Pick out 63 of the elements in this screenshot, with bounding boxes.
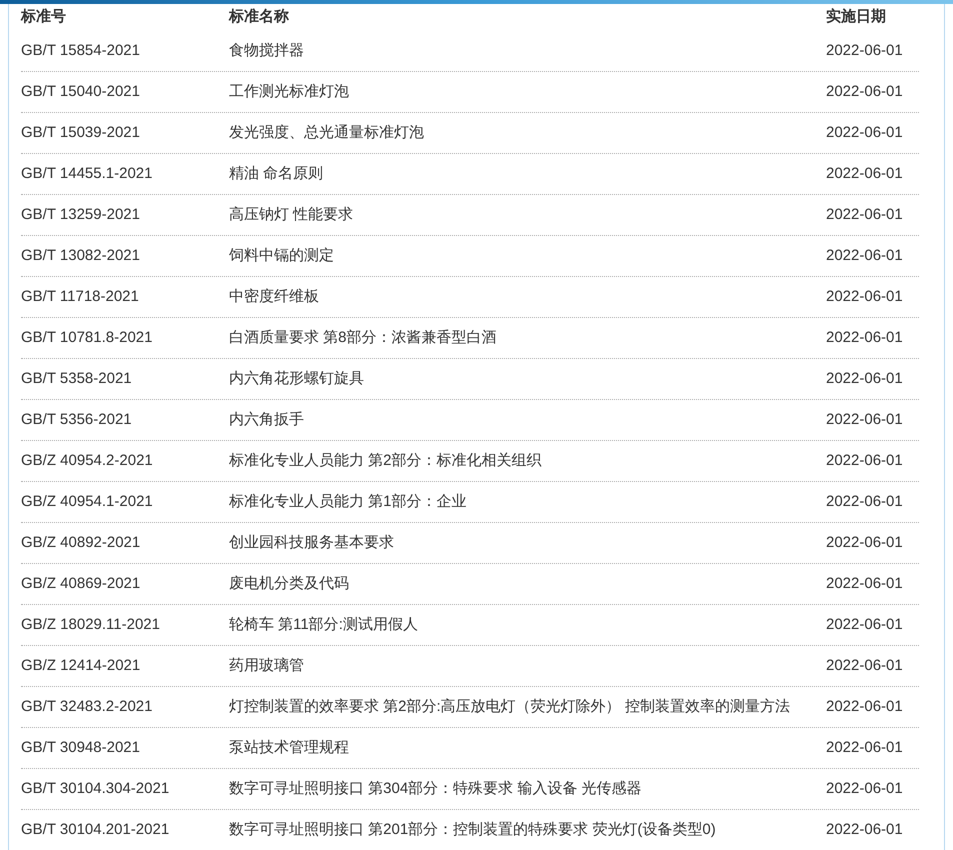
table-cell: GB/T 32483.2-2021 xyxy=(21,698,152,715)
table-cell: GB/T 14455.1-2021 xyxy=(21,165,152,182)
table-cell: GB/Z 40954.1-2021 xyxy=(21,493,153,510)
table-cell: 2022-06-01 xyxy=(826,698,903,715)
table-cell: 废电机分类及代码 xyxy=(229,575,349,592)
table-cell: 数字可寻址照明接口 第201部分：控制装置的特殊要求 荧光灯(设备类型0) xyxy=(229,821,716,838)
table-cell: 2022-06-01 xyxy=(826,616,903,633)
table-cell: GB/T 5356-2021 xyxy=(21,411,132,428)
table-cell: GB/T 10781.8-2021 xyxy=(21,329,152,346)
table-cell: GB/T 15040-2021 xyxy=(21,83,140,100)
table-cell: 2022-06-01 xyxy=(826,42,903,59)
table-cell: GB/T 30104.201-2021 xyxy=(21,821,170,838)
table-cell: 2022-06-01 xyxy=(826,288,903,305)
table-cell: 高压钠灯 性能要求 xyxy=(229,206,354,223)
table-cell: 内六角花形螺钉旋具 xyxy=(229,370,364,387)
table-cell: GB/T 5358-2021 xyxy=(21,370,132,387)
table-cell: 药用玻璃管 xyxy=(229,657,304,674)
table-cell: 标准化专业人员能力 第1部分：企业 xyxy=(229,493,467,510)
table-cell: 2022-06-01 xyxy=(826,739,903,756)
table-cell: GB/Z 18029.11-2021 xyxy=(21,616,160,633)
table-cell: 数字可寻址照明接口 第304部分：特殊要求 输入设备 光传感器 xyxy=(229,780,642,797)
table-cell: GB/T 13259-2021 xyxy=(21,206,140,223)
table-cell: 泵站技术管理规程 xyxy=(229,739,349,756)
table-cell: 2022-06-01 xyxy=(826,657,903,674)
table-cell: GB/T 30948-2021 xyxy=(21,739,140,756)
table-cell: 创业园科技服务基本要求 xyxy=(229,534,394,551)
table-cell: 灯控制装置的效率要求 第2部分:高压放电灯（荧光灯除外） 控制装置效率的测量方法 xyxy=(229,698,790,715)
table-cell: 2022-06-01 xyxy=(826,165,903,182)
table-cell: GB/Z 40892-2021 xyxy=(21,534,140,551)
table-cell: 2022-06-01 xyxy=(826,575,903,592)
table-cell: 轮椅车 第11部分:测试用假人 xyxy=(229,616,418,633)
table-cell: 食物搅拌器 xyxy=(229,42,304,59)
table-cell: 中密度纤维板 xyxy=(229,288,319,305)
table-cell: 精油 命名原则 xyxy=(229,165,324,182)
table-cell: GB/T 15039-2021 xyxy=(21,124,140,141)
table-cell: 2022-06-01 xyxy=(826,493,903,510)
table-cell: 2022-06-01 xyxy=(826,124,903,141)
table-cell: 2022-06-01 xyxy=(826,534,903,551)
table-cell: 2022-06-01 xyxy=(826,452,903,469)
table-cell: 2022-06-01 xyxy=(826,83,903,100)
table-cell: 2022-06-01 xyxy=(826,247,903,264)
table-cell: 工作测光标准灯泡 xyxy=(229,83,349,100)
table-cell: GB/Z 40954.2-2021 xyxy=(21,452,153,469)
column-header: 标准名称 xyxy=(229,8,289,26)
column-header: 实施日期 xyxy=(826,8,886,26)
table-cell: 饲料中镉的测定 xyxy=(229,247,334,264)
table-cell: GB/T 11718-2021 xyxy=(21,288,139,305)
table-cell: 发光强度、总光通量标准灯泡 xyxy=(229,124,424,141)
table-cell: GB/Z 40869-2021 xyxy=(21,575,140,592)
column-header: 标准号 xyxy=(21,8,66,26)
table-cell: 2022-06-01 xyxy=(826,206,903,223)
table-cell: 2022-06-01 xyxy=(826,329,903,346)
table-cell: 2022-06-01 xyxy=(826,821,903,838)
table-cell: GB/T 15854-2021 xyxy=(21,42,140,59)
table-cell: GB/T 30104.304-2021 xyxy=(21,780,170,797)
table-cell: GB/T 13082-2021 xyxy=(21,247,140,264)
table-cell: 内六角扳手 xyxy=(229,411,304,428)
table-cell: 白酒质量要求 第8部分：浓酱兼香型白酒 xyxy=(229,329,497,346)
table-cell: 2022-06-01 xyxy=(826,780,903,797)
table-cell: GB/Z 12414-2021 xyxy=(21,657,140,674)
table-cell: 标准化专业人员能力 第2部分：标准化相关组织 xyxy=(229,452,542,469)
table-cell: 2022-06-01 xyxy=(826,411,903,428)
table-cell: 2022-06-01 xyxy=(826,370,903,387)
